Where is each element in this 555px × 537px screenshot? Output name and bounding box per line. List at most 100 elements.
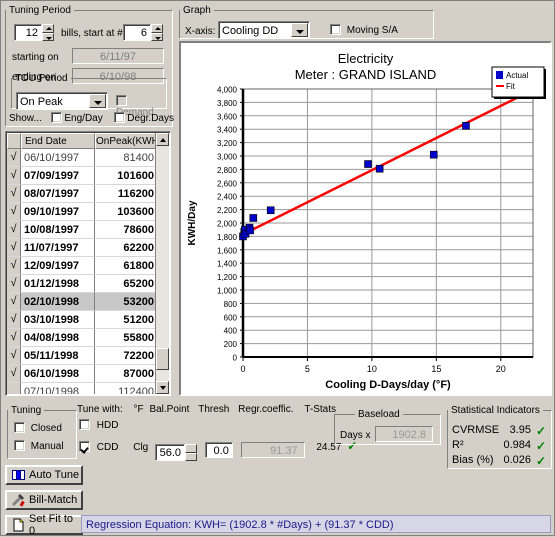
tou-period-selected: On Peak xyxy=(20,96,63,108)
row-check-icon[interactable]: √ xyxy=(7,167,21,185)
row-check-icon[interactable]: √ xyxy=(7,293,21,311)
data-point xyxy=(364,160,372,168)
bills-count-stepper[interactable]: 12 xyxy=(14,24,54,41)
y-axis-tick-label: 2,400 xyxy=(217,193,238,202)
data-point xyxy=(429,150,438,159)
row-check-icon[interactable]: √ xyxy=(7,347,21,365)
x-axis-select[interactable]: Cooling DD xyxy=(218,21,310,39)
table-row[interactable]: √ 06/10/1998 87000 xyxy=(7,365,157,383)
scroll-down-icon[interactable] xyxy=(156,381,169,394)
closed-row[interactable]: Closed xyxy=(14,422,62,434)
column-header-end-date[interactable]: End Date xyxy=(21,133,95,149)
start-at-value[interactable]: 6 xyxy=(123,24,151,41)
degr-days-checkbox[interactable] xyxy=(113,112,125,123)
row-check-icon[interactable]: √ xyxy=(7,257,21,275)
cell-end-date: 06/10/1998 xyxy=(21,365,95,383)
statistic-label: Bias (%) xyxy=(452,454,494,466)
demand-checkbox[interactable] xyxy=(116,95,127,106)
thresh-value[interactable]: 0.0 xyxy=(204,442,233,458)
cell-end-date: 03/10/1998 xyxy=(21,311,95,329)
table-row[interactable]: √ 06/10/1997 81400 xyxy=(7,149,157,167)
chart-legend: Actual Fit xyxy=(491,66,546,99)
chevron-down-icon[interactable] xyxy=(291,23,308,37)
column-header-onpeak[interactable]: OnPeak(KWH) xyxy=(95,133,157,149)
table-scrollbar[interactable] xyxy=(155,133,169,394)
cell-onpeak-kwh: 112400 xyxy=(95,383,157,394)
cdd-checkbox[interactable] xyxy=(79,441,90,452)
auto-tune-button[interactable]: Auto Tune xyxy=(5,465,83,485)
table-row[interactable]: √ 05/11/1998 72200 xyxy=(7,347,157,365)
table-row[interactable]: 07/10/1998 112400 xyxy=(7,383,157,394)
chevron-down-icon[interactable] xyxy=(89,94,106,108)
show-row: Show... Eng/Day Degr.Days xyxy=(9,112,174,124)
closed-checkbox[interactable] xyxy=(14,422,25,433)
scrollbar-thumb[interactable] xyxy=(156,348,169,370)
cell-end-date: 12/09/1997 xyxy=(21,257,95,275)
table-row[interactable]: √ 11/07/1997 62200 xyxy=(7,239,157,257)
row-check-icon[interactable]: √ xyxy=(7,221,21,239)
scroll-up-icon[interactable] xyxy=(156,133,169,146)
bills-count-arrows[interactable] xyxy=(42,24,54,41)
row-check-icon[interactable]: √ xyxy=(7,311,21,329)
table-row[interactable]: √ 08/07/1997 116200 xyxy=(7,185,157,203)
set-fit-to-0-button[interactable]: Set Fit to 0 xyxy=(5,513,83,537)
cell-end-date: 04/08/1998 xyxy=(21,329,95,347)
row-check-icon[interactable]: √ xyxy=(7,329,21,347)
manual-row[interactable]: Manual xyxy=(14,440,64,452)
clg-stepper[interactable]: 56.0 xyxy=(155,444,198,461)
y-axis-tick-label: 2,800 xyxy=(217,166,238,175)
x-axis-selected: Cooling DD xyxy=(222,25,279,37)
regression-equation-bar: Regression Equation: KWH= (1902.8 * #Day… xyxy=(81,515,551,533)
clg-value[interactable]: 56.0 xyxy=(155,444,186,461)
statistics-legend: Statistical Indicators xyxy=(451,405,540,416)
bills-count-value[interactable]: 12 xyxy=(14,24,42,41)
row-check-icon[interactable]: √ xyxy=(7,185,21,203)
cell-onpeak-kwh: 55800 xyxy=(95,329,157,347)
start-at-stepper[interactable]: 6 xyxy=(123,24,163,41)
starting-on-value: 6/11/97 xyxy=(72,48,164,64)
cell-onpeak-kwh: 101600 xyxy=(95,167,157,185)
select-column-header[interactable] xyxy=(7,133,21,149)
table-row[interactable]: √ 10/08/1997 78600 xyxy=(7,221,157,239)
table-row[interactable]: √ 12/09/1997 61800 xyxy=(7,257,157,275)
x-axis-tick-label: 20 xyxy=(496,364,506,374)
col-f-label: °F xyxy=(133,404,144,415)
y-axis-title: KWH/Day xyxy=(187,200,198,245)
row-check-icon[interactable]: √ xyxy=(7,203,21,221)
table-row[interactable]: √ 03/10/1998 51200 xyxy=(7,311,157,329)
cell-end-date: 05/11/1998 xyxy=(21,347,95,365)
table-row[interactable]: √ 02/10/1998 53200 xyxy=(7,293,157,311)
statistic-row: CVRMSE 3.95 ✓ xyxy=(452,424,547,438)
table-row[interactable]: √ 07/09/1997 101600 xyxy=(7,167,157,185)
tou-period-group: TOU Period On Peak Demand xyxy=(11,73,167,118)
row-check-icon[interactable] xyxy=(7,383,21,394)
x-axis-label: X-axis: xyxy=(185,26,216,37)
eng-day-checkbox[interactable] xyxy=(50,112,62,123)
moving-sa-row[interactable]: Moving S/A xyxy=(330,24,398,36)
row-check-icon[interactable]: √ xyxy=(7,365,21,383)
row-check-icon[interactable]: √ xyxy=(7,239,21,257)
start-at-arrows[interactable] xyxy=(151,24,163,41)
y-axis-tick-label: 1,600 xyxy=(217,246,238,255)
moving-sa-checkbox[interactable] xyxy=(330,24,341,35)
y-axis-tick-label: 1,000 xyxy=(217,287,238,296)
y-axis-tick-label: 1,200 xyxy=(217,273,238,282)
manual-checkbox[interactable] xyxy=(14,440,25,451)
bills-label: bills, start at # xyxy=(61,28,123,39)
table-row[interactable]: √ 04/08/1998 55800 xyxy=(7,329,157,347)
graph-group: Graph X-axis: Cooling DD Moving S/A xyxy=(179,5,434,39)
clg-arrows[interactable] xyxy=(185,444,198,461)
hdd-row[interactable]: HDD xyxy=(79,419,118,431)
chart-panel[interactable]: Electricity Meter : GRAND ISLAND 0 200 400… xyxy=(179,41,552,396)
row-check-icon[interactable]: √ xyxy=(7,275,21,293)
hdd-checkbox[interactable] xyxy=(79,419,90,430)
bills-table[interactable]: End Date OnPeak(KWH) √ 06/10/1997 81400 √ 07… xyxy=(5,131,171,396)
table-row[interactable]: √ 01/12/1998 65200 xyxy=(7,275,157,293)
x-axis-tick-label: 15 xyxy=(431,364,441,374)
table-row[interactable]: √ 09/10/1997 103600 xyxy=(7,203,157,221)
tou-period-select[interactable]: On Peak xyxy=(16,92,108,110)
row-check-icon[interactable]: √ xyxy=(7,149,21,167)
bill-match-button[interactable]: Bill-Match xyxy=(5,490,83,510)
statistic-check-icon: ✓ xyxy=(535,439,546,453)
legend-label-actual: Actual xyxy=(506,71,528,80)
